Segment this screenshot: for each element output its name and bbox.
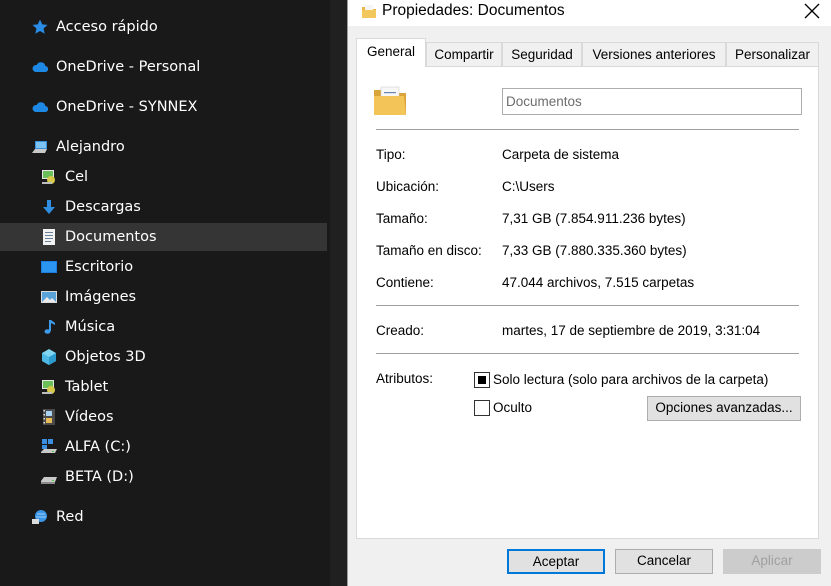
desktop-icon bbox=[40, 258, 58, 276]
hidden-checkbox[interactable] bbox=[474, 400, 490, 416]
music-note-icon bbox=[40, 318, 58, 336]
pictures-icon bbox=[40, 288, 58, 306]
nav-item-label: BETA (D:) bbox=[65, 469, 134, 485]
nav-item-tablet[interactable]: Tablet bbox=[0, 373, 327, 401]
nav-item-label: ALFA (C:) bbox=[65, 439, 131, 455]
atributos-label: Atributos: bbox=[376, 371, 434, 386]
nav-item-label: Música bbox=[65, 319, 116, 335]
film-icon bbox=[40, 408, 58, 426]
creado-label: Creado: bbox=[376, 323, 425, 338]
nav-item-label: OneDrive - Personal bbox=[56, 59, 201, 75]
nav-item-label: Objetos 3D bbox=[65, 349, 146, 365]
close-button[interactable] bbox=[802, 1, 822, 21]
properties-dialog: Propiedades: Documentos General Comparti… bbox=[347, 0, 831, 586]
tab-personalizar[interactable]: Personalizar bbox=[726, 42, 819, 66]
nav-item-downloads[interactable]: Descargas bbox=[0, 193, 327, 221]
advanced-options-button[interactable]: Opciones avanzadas... bbox=[647, 396, 801, 421]
tipo-label: Tipo: bbox=[376, 147, 406, 162]
dialog-title: Propiedades: Documentos bbox=[382, 2, 565, 19]
apply-button[interactable]: Aplicar bbox=[723, 549, 821, 574]
nav-item-cel[interactable]: Cel bbox=[0, 163, 327, 191]
nav-item-network[interactable]: Red bbox=[0, 503, 327, 531]
document-icon bbox=[40, 228, 58, 246]
nav-item-music[interactable]: Música bbox=[0, 313, 327, 341]
cancel-button[interactable]: Cancelar bbox=[615, 549, 713, 574]
dialog-titlebar[interactable]: Propiedades: Documentos bbox=[348, 0, 831, 26]
hidden-label[interactable]: Oculto bbox=[493, 400, 532, 415]
cloud-icon bbox=[31, 58, 49, 76]
nav-item-onedrive-synnex[interactable]: OneDrive - SYNNEX bbox=[0, 93, 327, 121]
star-icon bbox=[31, 18, 49, 36]
readonly-checkbox[interactable] bbox=[474, 372, 490, 388]
tab-seguridad[interactable]: Seguridad bbox=[502, 42, 582, 66]
readonly-label[interactable]: Solo lectura (solo para archivos de la c… bbox=[493, 372, 768, 387]
tamano-disco-label: Tamaño en disco: bbox=[376, 243, 482, 258]
drive-c-icon bbox=[40, 438, 58, 456]
tab-compartir[interactable]: Compartir bbox=[426, 42, 502, 66]
nav-item-pictures[interactable]: Imágenes bbox=[0, 283, 327, 311]
navigation-pane: Acceso rápido OneDrive - Personal OneDri… bbox=[0, 0, 347, 586]
nav-item-label: OneDrive - SYNNEX bbox=[56, 99, 198, 115]
tamano-disco-value: 7,33 GB (7.880.335.360 bytes) bbox=[502, 243, 687, 258]
tamano-label: Tamaño: bbox=[376, 211, 428, 226]
nav-scrollbar[interactable] bbox=[330, 0, 347, 586]
tamano-value: 7,31 GB (7.854.911.236 bytes) bbox=[502, 211, 686, 226]
nav-item-3d-objects[interactable]: Objetos 3D bbox=[0, 343, 327, 371]
network-icon bbox=[31, 508, 49, 526]
tipo-value: Carpeta de sistema bbox=[502, 147, 620, 162]
nav-item-label: Alejandro bbox=[56, 139, 125, 155]
nav-item-label: Cel bbox=[65, 169, 89, 185]
nav-item-label: Descargas bbox=[65, 199, 141, 215]
general-panel bbox=[356, 66, 819, 539]
close-icon bbox=[804, 3, 820, 19]
nav-item-this-pc[interactable]: Alejandro bbox=[0, 133, 327, 161]
nav-item-label: Tablet bbox=[65, 379, 109, 395]
nav-item-label: Vídeos bbox=[65, 409, 114, 425]
nav-item-drive-c[interactable]: ALFA (C:) bbox=[0, 433, 327, 461]
separator bbox=[376, 353, 799, 354]
drive-icon bbox=[40, 468, 58, 486]
contiene-label: Contiene: bbox=[376, 275, 434, 290]
folder-name-input[interactable] bbox=[502, 88, 802, 115]
ubicacion-value: C:\Users bbox=[502, 179, 555, 194]
nav-item-label: Imágenes bbox=[65, 289, 137, 305]
ubicacion-label: Ubicación: bbox=[376, 179, 440, 194]
nav-item-videos[interactable]: Vídeos bbox=[0, 403, 327, 431]
tab-general[interactable]: General bbox=[356, 38, 426, 67]
nav-item-label: Acceso rápido bbox=[56, 19, 158, 35]
nav-item-desktop[interactable]: Escritorio bbox=[0, 253, 327, 281]
separator bbox=[376, 129, 799, 130]
download-arrow-icon bbox=[40, 198, 58, 216]
nav-item-documents[interactable]: Documentos bbox=[0, 223, 327, 251]
nav-item-label: Escritorio bbox=[65, 259, 134, 275]
contiene-value: 47.044 archivos, 7.515 carpetas bbox=[502, 275, 695, 290]
nav-item-quick-access[interactable]: Acceso rápido bbox=[0, 13, 327, 41]
nav-item-label: Documentos bbox=[65, 229, 157, 245]
documents-folder-icon bbox=[372, 82, 408, 118]
device-icon bbox=[40, 168, 58, 186]
separator bbox=[376, 305, 799, 306]
cloud-icon bbox=[31, 98, 49, 116]
computer-icon bbox=[31, 138, 49, 156]
cube-3d-icon bbox=[40, 348, 58, 366]
nav-item-drive-d[interactable]: BETA (D:) bbox=[0, 463, 327, 491]
nav-item-onedrive-personal[interactable]: OneDrive - Personal bbox=[0, 53, 327, 81]
tab-versiones-anteriores[interactable]: Versiones anteriores bbox=[582, 42, 726, 66]
nav-item-label: Red bbox=[56, 509, 84, 525]
ok-button[interactable]: Aceptar bbox=[507, 549, 605, 574]
folder-icon bbox=[361, 4, 377, 20]
dialog-body: General Compartir Seguridad Versiones an… bbox=[348, 26, 831, 586]
device-icon bbox=[40, 378, 58, 396]
creado-value: martes, 17 de septiembre de 2019, 3:31:0… bbox=[502, 323, 761, 338]
